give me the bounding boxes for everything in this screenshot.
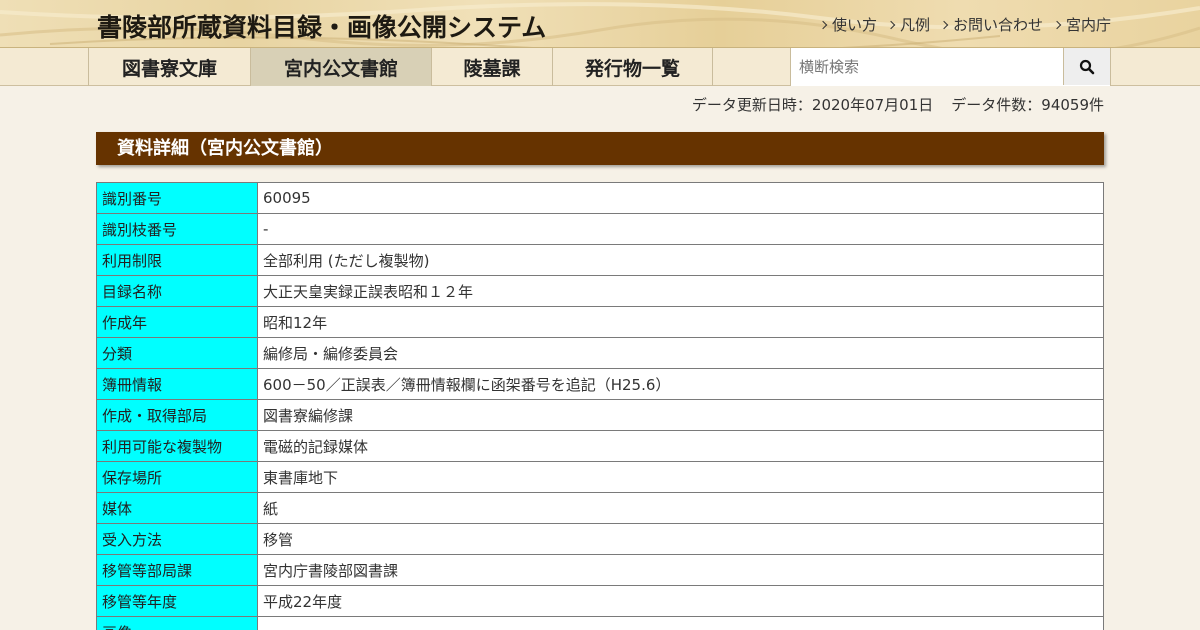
table-row: 作成年 昭和12年 [96, 306, 1104, 338]
table-row: 作成・取得部局 図書寮編修課 [96, 399, 1104, 431]
tab-ryobo[interactable]: 陵墓課 [431, 48, 552, 86]
field-value: 600－50／正誤表／簿冊情報欄に函架番号を追記（H25.6） [257, 368, 1104, 400]
field-label: 作成・取得部局 [96, 399, 258, 431]
field-label: 作成年 [96, 306, 258, 338]
table-row: 利用制限 全部利用 (ただし複製物) [96, 244, 1104, 276]
chevron-right-icon [886, 20, 896, 29]
site-header: 書陵部所蔵資料目録・画像公開システム 使い方 凡例 お問い合わせ 宮内庁 [0, 0, 1200, 48]
field-value: - [257, 213, 1104, 245]
field-value: 東書庫地下 [257, 461, 1104, 493]
util-link-label: お問い合わせ [952, 16, 1043, 34]
table-row: 保存場所 東書庫地下 [96, 461, 1104, 493]
utility-links: 使い方 凡例 お問い合わせ 宮内庁 [818, 14, 1111, 35]
section-title: 資料詳細（宮内公文書館） [96, 132, 1104, 165]
field-value [257, 616, 1104, 630]
search-icon [1079, 59, 1095, 74]
table-row: 分類 編修局・編修委員会 [96, 337, 1104, 369]
table-row: 移管等部局課 宮内庁書陵部図書課 [96, 554, 1104, 586]
util-link-contact[interactable]: お問い合わせ [939, 14, 1043, 35]
chevron-right-icon [1052, 20, 1062, 29]
search-button[interactable] [1063, 48, 1110, 85]
main-nav: 図書寮文庫 宮内公文書館 陵墓課 発行物一覧 [0, 48, 1200, 86]
util-link-legend[interactable]: 凡例 [886, 14, 930, 35]
table-row: 識別枝番号 - [96, 213, 1104, 245]
table-row: 目録名称 大正天皇実録正誤表昭和１２年 [96, 275, 1104, 307]
chevron-right-icon [939, 20, 949, 29]
field-label: 識別枝番号 [96, 213, 258, 245]
detail-table: 識別番号 60095 識別枝番号 - 利用制限 全部利用 (ただし複製物) 目録名称大… [96, 182, 1104, 630]
search-input[interactable] [791, 48, 1064, 85]
record-count: データ件数：94059件 [951, 96, 1104, 114]
table-row: 移管等年度 平成22年度 [96, 585, 1104, 617]
data-meta: データ更新日時：2020年07月01日 データ件数：94059件 [692, 94, 1104, 115]
field-label: 移管等年度 [96, 585, 258, 617]
util-link-label: 宮内庁 [1065, 16, 1111, 34]
table-row: 利用可能な複製物 電磁的記録媒体 [96, 430, 1104, 462]
tab-kunaikobunshokan[interactable]: 宮内公文書館 [250, 48, 431, 86]
field-label: 分類 [96, 337, 258, 369]
field-label: 目録名称 [96, 275, 258, 307]
field-value: 移管 [257, 523, 1104, 555]
field-label: 媒体 [96, 492, 258, 524]
table-row: 識別番号 60095 [96, 182, 1104, 214]
update-date: データ更新日時：2020年07月01日 [691, 96, 934, 114]
field-label: 識別番号 [96, 182, 258, 214]
site-title[interactable]: 書陵部所蔵資料目録・画像公開システム [97, 8, 546, 44]
field-value: 宮内庁書陵部図書課 [257, 554, 1104, 586]
util-link-usage[interactable]: 使い方 [818, 14, 877, 35]
field-value: 昭和12年 [257, 306, 1104, 338]
util-link-agency[interactable]: 宮内庁 [1052, 14, 1111, 35]
table-row: 簿冊情報 600－50／正誤表／簿冊情報欄に函架番号を追記（H25.6） [96, 368, 1104, 400]
table-row: 受入方法 移管 [96, 523, 1104, 555]
cross-search [790, 48, 1111, 86]
util-link-label: 凡例 [899, 16, 930, 34]
nav-tabs: 図書寮文庫 宮内公文書館 陵墓課 発行物一覧 [88, 48, 713, 86]
field-label: 画像 [96, 616, 258, 630]
tab-publications[interactable]: 発行物一覧 [552, 48, 713, 86]
chevron-right-icon [818, 20, 828, 29]
field-label: 利用可能な複製物 [96, 430, 258, 462]
field-value: 60095 [257, 182, 1104, 214]
util-link-label: 使い方 [831, 16, 877, 34]
field-label: 移管等部局課 [96, 554, 258, 586]
field-value: 全部利用 (ただし複製物) [257, 244, 1104, 276]
field-value: 図書寮編修課 [257, 399, 1104, 431]
tab-toshoryo-bunko[interactable]: 図書寮文庫 [88, 48, 250, 86]
field-value: 紙 [257, 492, 1104, 524]
field-value: 大正天皇実録正誤表昭和１２年 [257, 275, 1104, 307]
field-label: 保存場所 [96, 461, 258, 493]
table-row: 媒体紙 [96, 492, 1104, 524]
field-label: 利用制限 [96, 244, 258, 276]
table-row: 画像 [96, 616, 1104, 630]
field-value: 平成22年度 [257, 585, 1104, 617]
field-value: 電磁的記録媒体 [257, 430, 1104, 462]
field-value: 編修局・編修委員会 [257, 337, 1104, 369]
field-label: 簿冊情報 [96, 368, 258, 400]
field-label: 受入方法 [96, 523, 258, 555]
